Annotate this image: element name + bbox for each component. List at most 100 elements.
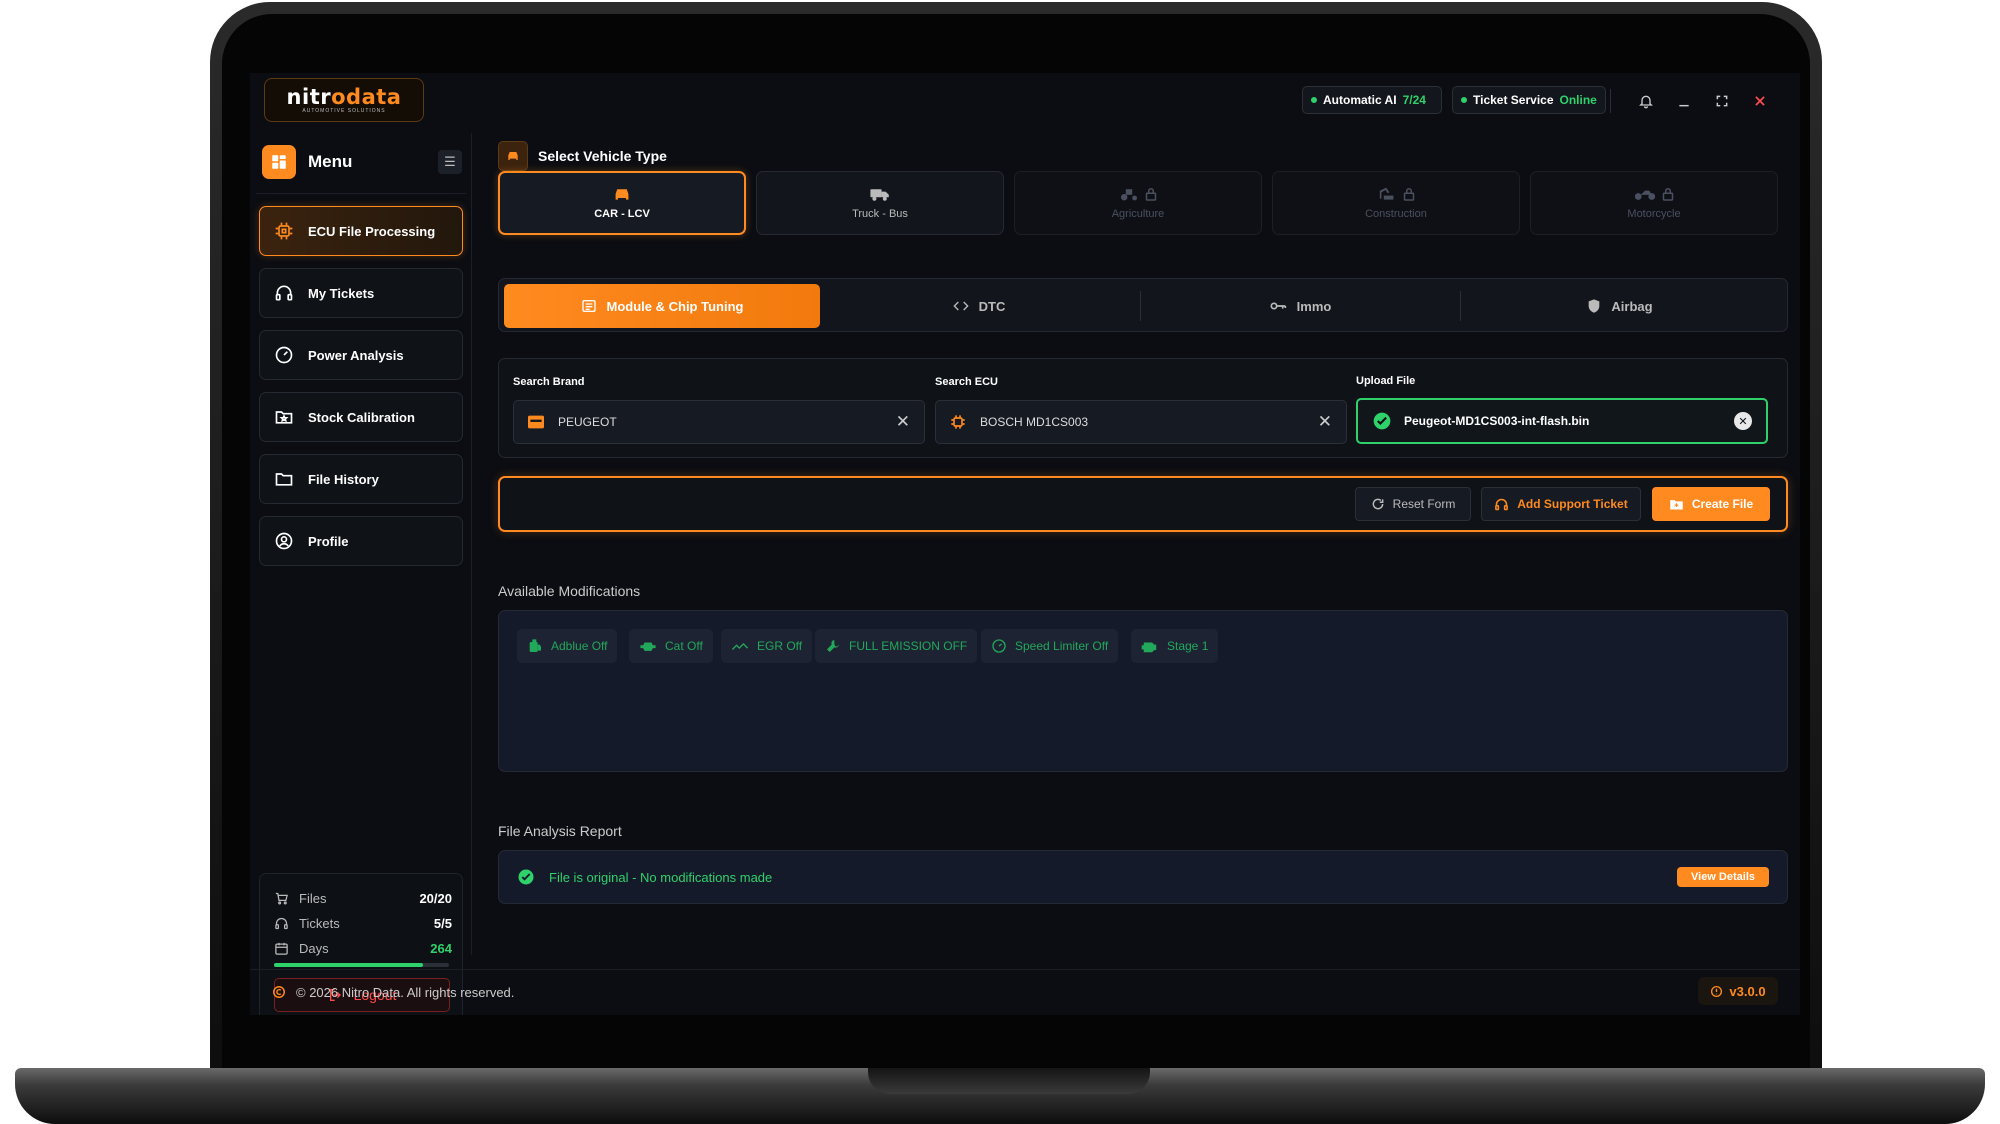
- tab-label: Immo: [1296, 298, 1332, 314]
- main-content: Select Vehicle Type CAR - LCV Truck - Bu…: [498, 133, 1788, 955]
- footer: © 2026 Nitro Data. All rights reserved. …: [250, 969, 1800, 1015]
- tab-label: Airbag: [1611, 298, 1653, 314]
- mod-chip-full-emission-off[interactable]: FULL EMISSION OFF: [815, 629, 978, 663]
- vehicle-type-motorcycle[interactable]: Motorcycle: [1530, 171, 1778, 235]
- tab-dtc[interactable]: DTC: [820, 284, 1138, 328]
- vehicle-type-truck-bus[interactable]: Truck - Bus: [756, 171, 1004, 235]
- section-title-modifications: Available Modifications: [498, 583, 641, 599]
- cart-icon: [275, 892, 288, 904]
- headset-icon: [1495, 498, 1509, 510]
- close-icon[interactable]: [1750, 91, 1770, 111]
- vehicle-type-label: Motorcycle: [1627, 208, 1681, 220]
- stat-label: Days: [299, 940, 329, 956]
- brand-value: PEUGEOT: [558, 415, 617, 429]
- sidebar: Menu ☰ ECU File Processing My Tickets Po…: [250, 133, 472, 1015]
- vehicle-type-agriculture[interactable]: Agriculture: [1014, 171, 1262, 235]
- refresh-icon: [1372, 498, 1384, 510]
- sidebar-item-file-history[interactable]: File History: [259, 454, 463, 504]
- clear-brand-icon[interactable]: ✕: [896, 412, 910, 432]
- laptop-notch: [868, 1068, 1150, 1094]
- ecu-value: BOSCH MD1CS003: [980, 415, 1089, 429]
- status-ticket-label: Ticket Service: [1473, 93, 1554, 107]
- view-details-button[interactable]: View Details: [1677, 867, 1769, 887]
- section-title-vehicle-type: Select Vehicle Type: [538, 148, 667, 164]
- vehicle-type-car-lcv[interactable]: CAR - LCV: [498, 171, 746, 235]
- sidebar-item-my-tickets[interactable]: My Tickets: [259, 268, 463, 318]
- stat-tickets: Tickets 5/5: [274, 913, 452, 933]
- stat-label: Files: [299, 890, 327, 906]
- copyright-text: © 2026 Nitro Data. All rights reserved.: [296, 985, 515, 1000]
- headset-icon: [275, 917, 288, 929]
- add-support-ticket-button[interactable]: Add Support Ticket: [1481, 487, 1641, 521]
- sidebar-item-profile[interactable]: Profile: [259, 516, 463, 566]
- stat-label: Tickets: [299, 915, 340, 931]
- logo-wordmark: nitrodata: [287, 86, 402, 108]
- engine-icon: [1141, 642, 1157, 653]
- section-title-file-analysis: File Analysis Report: [498, 823, 622, 839]
- mod-label: Cat Off: [665, 639, 703, 653]
- vehicle-type-label: CAR - LCV: [594, 208, 650, 220]
- brand-search-input[interactable]: PEUGEOT ✕: [513, 400, 925, 444]
- laptop-frame: nitrodata AUTOMOTIVE SOLUTIONS Automatic…: [0, 0, 2000, 1124]
- minimize-icon[interactable]: [1674, 91, 1694, 111]
- mod-chip-stage-1[interactable]: Stage 1: [1131, 629, 1219, 663]
- status-ticket-value: Online: [1559, 93, 1597, 107]
- reset-form-button[interactable]: Reset Form: [1355, 487, 1471, 521]
- car-icon: [615, 189, 629, 200]
- gauge-icon: [275, 346, 293, 364]
- stat-value: 5/5: [433, 915, 452, 931]
- speed-icon: [992, 639, 1006, 653]
- vehicle-type-label: Construction: [1365, 208, 1427, 220]
- processing-tabs: Module & Chip Tuning DTC Immo Airbag: [498, 278, 1788, 332]
- mod-label: Adblue Off: [551, 639, 608, 653]
- maximize-icon[interactable]: [1712, 91, 1732, 111]
- sidebar-item-label: My Tickets: [308, 285, 375, 301]
- mod-chip-speed-limiter-off[interactable]: Speed Limiter Off: [981, 629, 1119, 663]
- logo-part-a: nitr: [286, 85, 332, 109]
- key-icon: [1270, 302, 1286, 310]
- sidebar-item-power-analysis[interactable]: Power Analysis: [259, 330, 463, 380]
- menu-title: Menu: [308, 152, 353, 171]
- create-file-button[interactable]: Create File: [1652, 487, 1770, 521]
- sidebar-item-stock-calibration[interactable]: Stock Calibration: [259, 392, 463, 442]
- menu-header: Menu ☰: [262, 143, 462, 181]
- status-dot: [1461, 97, 1467, 103]
- mod-chip-egr-off[interactable]: EGR Off: [721, 629, 813, 663]
- sidebar-item-label: ECU File Processing: [308, 223, 436, 239]
- user-circle-icon: [275, 532, 293, 550]
- app-logo: nitrodata AUTOMOTIVE SOLUTIONS: [264, 78, 424, 122]
- vehicle-type-construction[interactable]: Construction: [1272, 171, 1520, 235]
- bell-icon[interactable]: [1636, 91, 1656, 111]
- remove-file-icon[interactable]: ✕: [1734, 412, 1752, 430]
- folder-plus-icon: [1670, 499, 1683, 509]
- tab-module-chip-tuning[interactable]: Module & Chip Tuning: [504, 284, 820, 328]
- folder-star-icon: [275, 411, 293, 424]
- tab-label: DTC: [978, 298, 1006, 314]
- mod-label: EGR Off: [757, 639, 803, 653]
- mod-chip-adblue-off[interactable]: Adblue Off: [517, 629, 618, 663]
- dashboard-icon: [262, 145, 296, 179]
- sidebar-item-ecu-file-processing[interactable]: ECU File Processing: [259, 206, 463, 256]
- version-text: v3.0.0: [1729, 983, 1766, 999]
- action-bar: Reset Form Add Support Ticket Create Fil…: [498, 476, 1788, 532]
- sidebar-item-label: File History: [308, 471, 379, 487]
- logo-part-b: data: [346, 85, 402, 109]
- truck-icon: [870, 189, 889, 201]
- chip-icon: [951, 415, 965, 429]
- brand-flag-icon: [528, 415, 544, 429]
- days-progress-fill: [274, 963, 423, 967]
- upload-file-field[interactable]: Peugeot-MD1CS003-int-flash.bin ✕: [1356, 398, 1768, 444]
- status-dot: [1311, 97, 1317, 103]
- clear-ecu-icon[interactable]: ✕: [1318, 412, 1332, 432]
- days-progress-bar: [274, 963, 449, 967]
- tab-airbag[interactable]: Airbag: [1461, 284, 1779, 328]
- adblue-icon: [529, 639, 541, 652]
- shield-icon: [1589, 299, 1600, 313]
- status-ai-value: 7/24: [1402, 93, 1426, 107]
- ecu-search-input[interactable]: BOSCH MD1CS003 ✕: [935, 400, 1347, 444]
- mod-chip-cat-off[interactable]: Cat Off: [629, 629, 713, 663]
- module-icon: [581, 300, 596, 312]
- hamburger-icon[interactable]: ☰: [438, 150, 462, 174]
- tab-immo[interactable]: Immo: [1141, 284, 1459, 328]
- mod-label: Stage 1: [1167, 639, 1209, 653]
